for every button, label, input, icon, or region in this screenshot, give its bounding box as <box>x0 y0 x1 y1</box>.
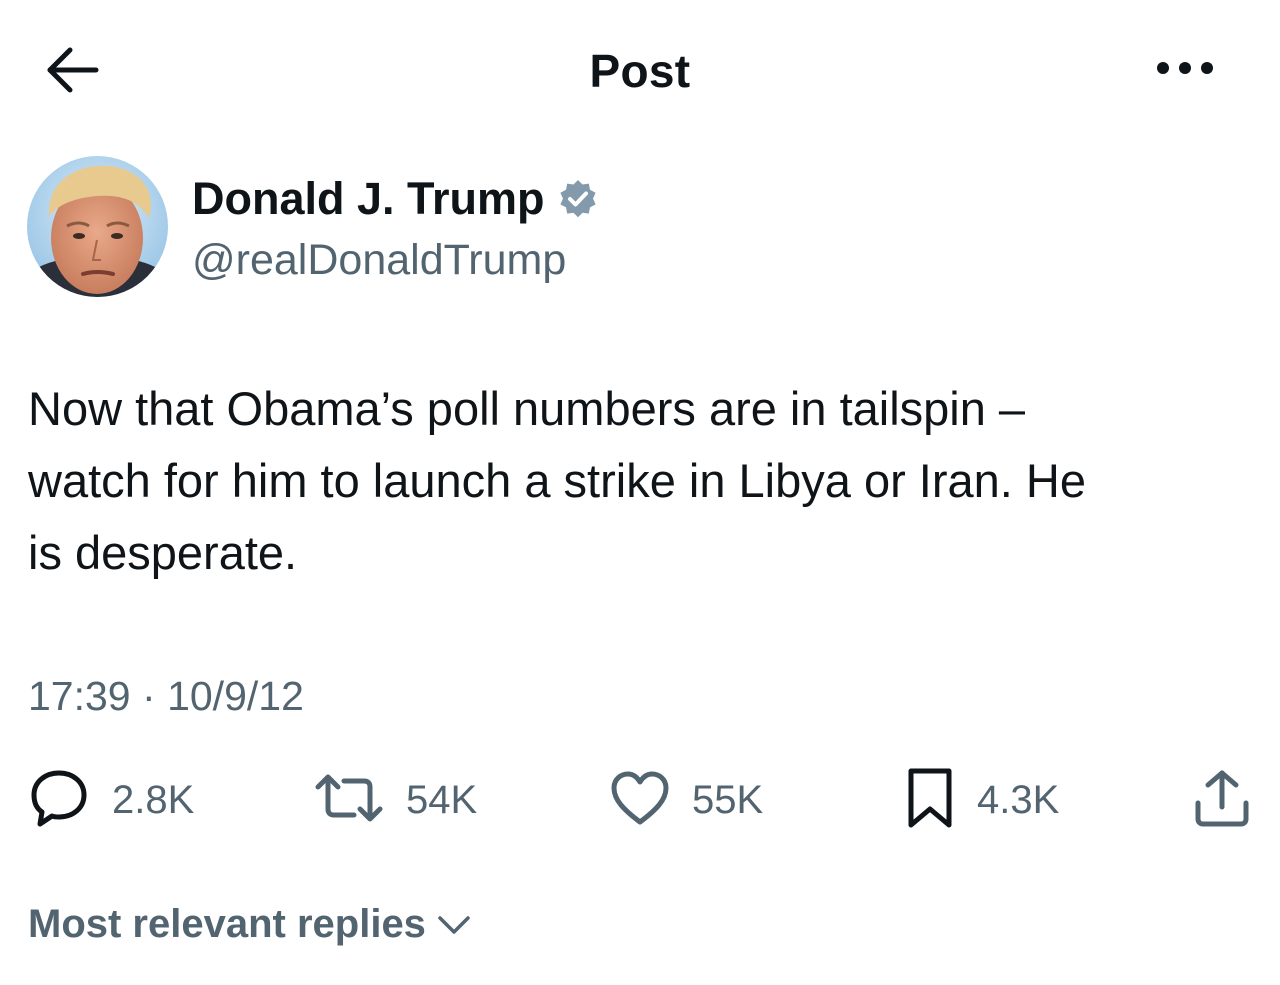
timestamp-separator: · <box>142 673 156 719</box>
top-bar: Post <box>0 0 1280 140</box>
replies-sort-label: Most relevant replies <box>28 902 426 946</box>
display-name: Donald J. Trump <box>192 173 545 224</box>
author-header: Donald J. Trump @realDonaldTrump <box>27 156 1253 298</box>
bookmark-button[interactable]: 4.3K <box>905 765 1059 835</box>
avatar[interactable] <box>27 156 168 297</box>
repost-button[interactable]: 54K <box>314 765 477 835</box>
reply-count: 2.8K <box>112 777 195 822</box>
repost-count: 54K <box>406 777 478 822</box>
post-text: Now that Obama’s poll numbers are in tai… <box>28 382 1086 579</box>
reply-button[interactable]: 2.8K <box>28 765 194 835</box>
more-horizontal-icon <box>1155 60 1215 81</box>
post-date: 10/9/12 <box>167 673 304 719</box>
more-options-button[interactable] <box>1150 50 1220 90</box>
replies-sort-dropdown[interactable]: Most relevant replies <box>28 898 472 950</box>
share-icon <box>1192 767 1252 834</box>
post-timestamp[interactable]: 17:39 · 10/9/12 <box>28 670 304 722</box>
user-handle[interactable]: @realDonaldTrump <box>192 234 566 286</box>
reply-icon <box>28 767 90 834</box>
page-title: Post <box>589 45 691 97</box>
action-bar: 2.8K 54K 55K 4.3K <box>0 765 1280 835</box>
share-button[interactable] <box>1192 765 1252 835</box>
post-time: 17:39 <box>28 673 131 719</box>
like-button[interactable]: 55K <box>610 765 763 835</box>
bookmark-icon <box>905 767 955 834</box>
heart-icon <box>610 770 670 831</box>
chevron-down-icon <box>436 912 472 936</box>
bookmark-count: 4.3K <box>977 777 1060 822</box>
repost-icon <box>314 767 384 834</box>
display-name-row[interactable]: Donald J. Trump <box>192 172 599 226</box>
like-count: 55K <box>692 777 764 822</box>
verified-badge-icon <box>557 178 599 220</box>
